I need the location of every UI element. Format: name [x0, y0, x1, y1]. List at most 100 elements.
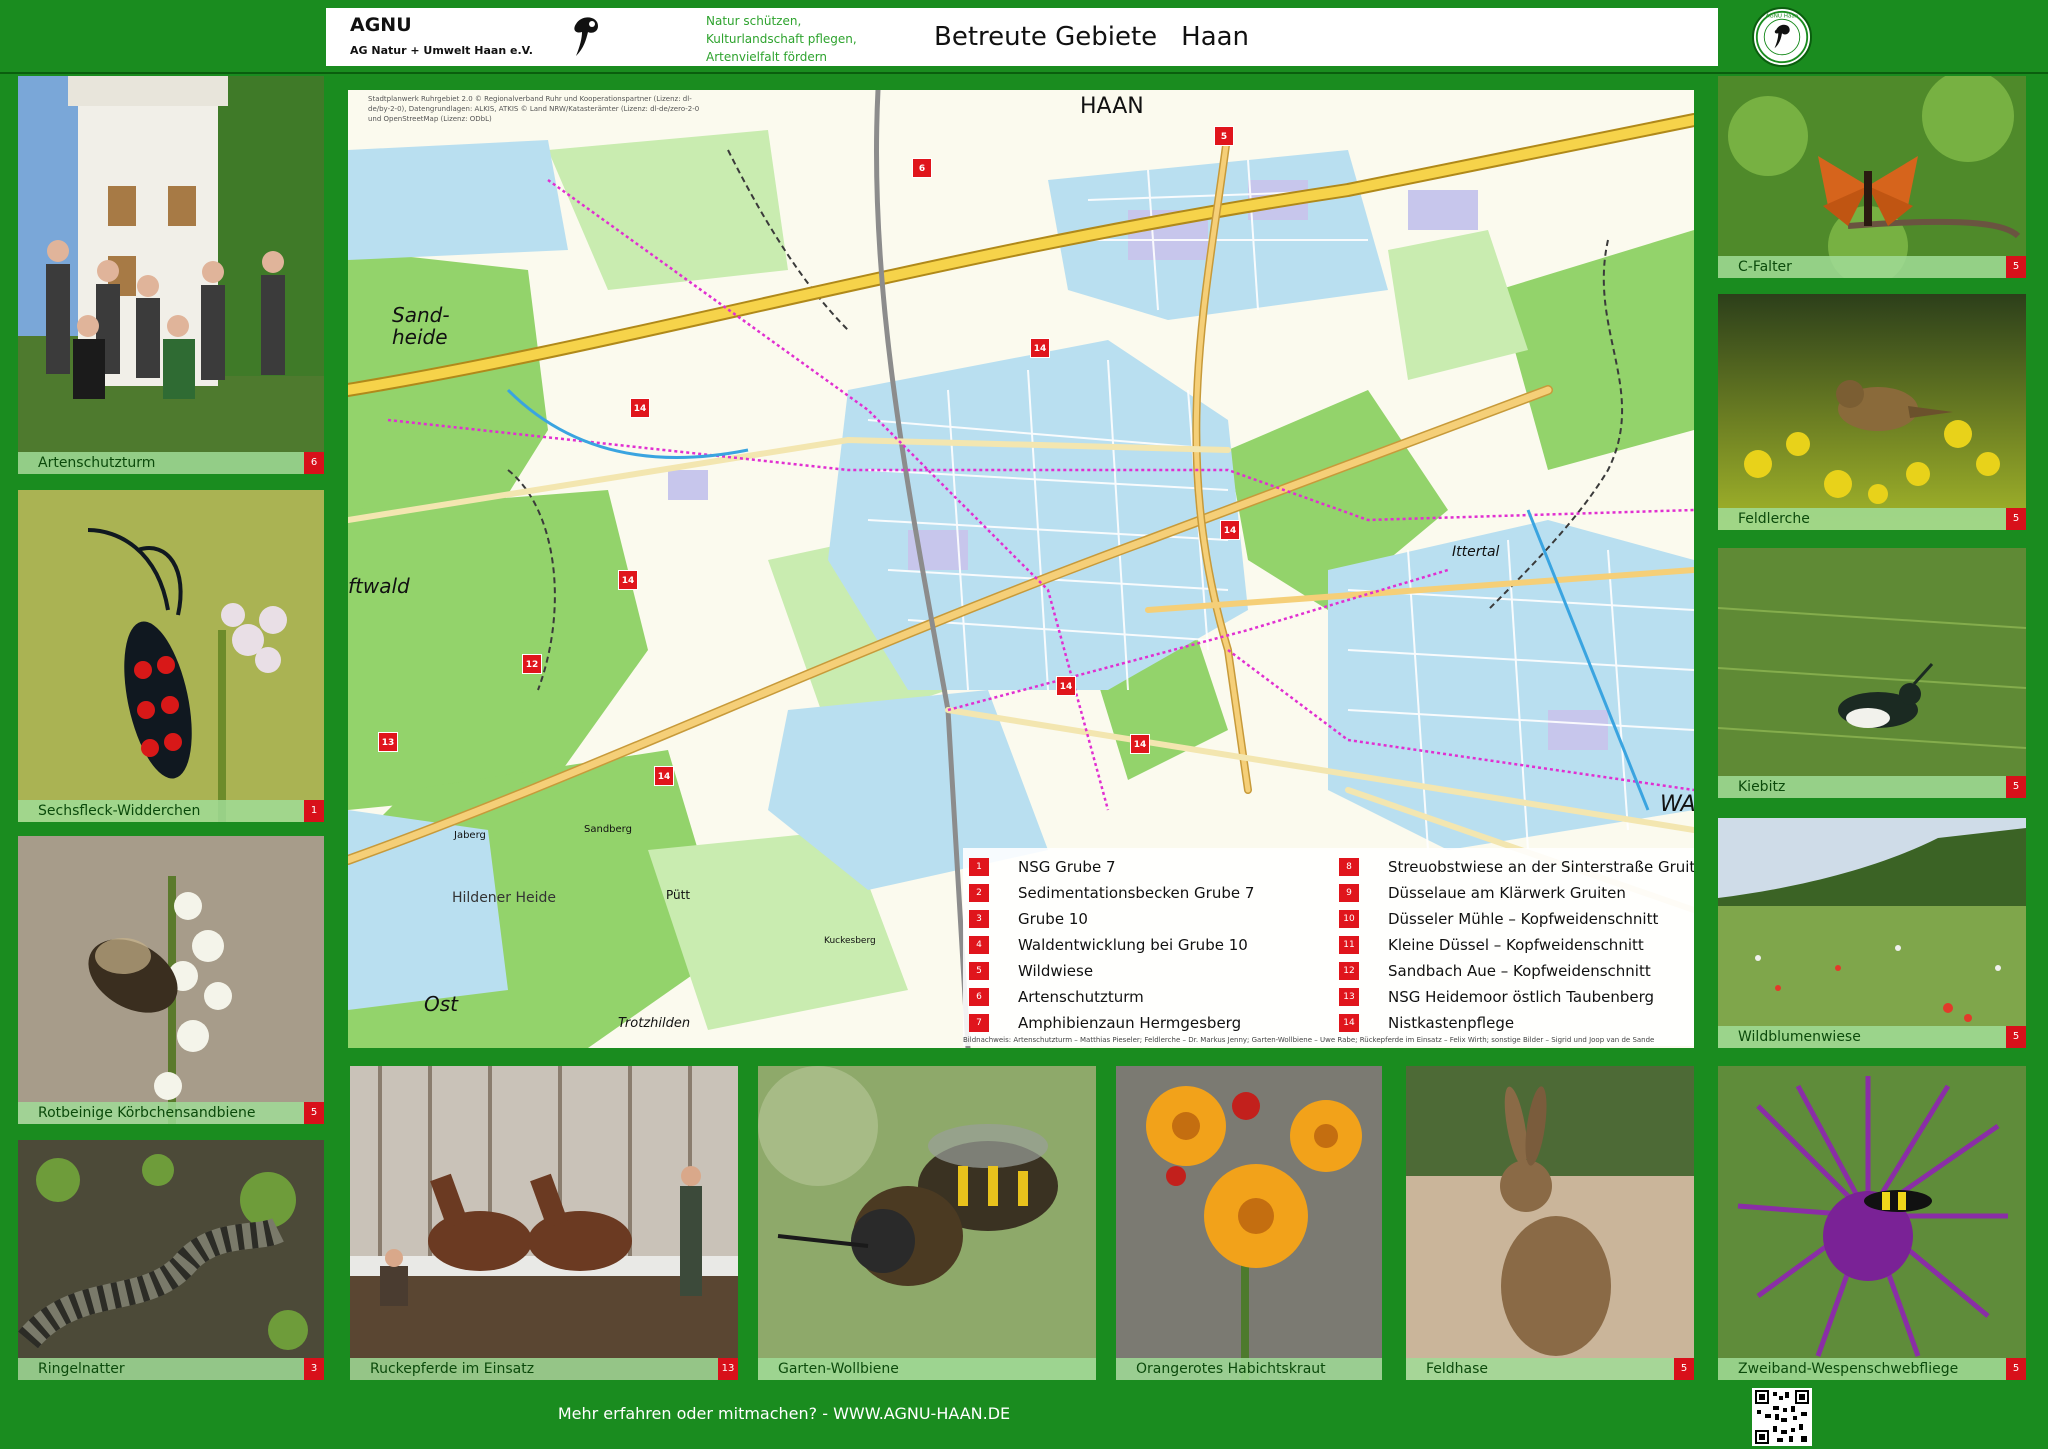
- tile-caption: Feldlerche: [1718, 508, 2026, 530]
- page-title: Betreute Gebiete Haan: [934, 22, 1249, 52]
- legend-label: Waldentwicklung bei Grube 10: [1018, 936, 1248, 954]
- map-label-ost: Ost: [424, 992, 459, 1016]
- map-legend: 1 NSG Grube 7 2 Sedimentationsbecken Grube…: [963, 848, 1694, 1046]
- legend-label: Artenschutzturm: [1018, 988, 1144, 1006]
- tile-caption: C-Falter: [1718, 256, 2026, 278]
- tile-caption: Ringelnatter: [18, 1358, 324, 1380]
- qr-code-icon[interactable]: [1752, 1388, 1812, 1446]
- hare-photo-icon: [1406, 1066, 1694, 1380]
- tile-caption: Feldhase: [1406, 1358, 1694, 1380]
- legend-label: NSG Grube 7: [1018, 858, 1116, 876]
- legend-number: 13: [1339, 988, 1359, 1006]
- tile-area-number: 5: [2006, 1358, 2026, 1380]
- tile-area-number: 5: [1674, 1358, 1694, 1380]
- map-marker[interactable]: 6: [912, 158, 932, 178]
- legend-label: Nistkastenpflege: [1388, 1014, 1515, 1032]
- legend-number: 5: [969, 962, 989, 980]
- map-label-wa: WA: [1660, 792, 1694, 817]
- butterfly-photo-icon: [1718, 76, 2026, 278]
- legend-item: 3 Grube 10: [963, 906, 1254, 932]
- legend-item: 11 Kleine Düssel – Kopfweidenschnitt: [1333, 932, 1694, 958]
- map-label-sandheide: Sand- heide: [392, 303, 450, 349]
- map-label-haan: HAAN: [1080, 94, 1144, 119]
- map-marker[interactable]: 13: [378, 732, 398, 752]
- meadow-photo-icon: [1718, 818, 2026, 1048]
- tower-photo-icon: [18, 76, 324, 474]
- map-marker[interactable]: 14: [630, 398, 650, 418]
- legend-number: 12: [1339, 962, 1359, 980]
- map-marker[interactable]: 14: [654, 766, 674, 786]
- tile-caption: Garten-Wollbiene: [758, 1358, 1096, 1380]
- photo-tile-garten-wollbiene: Garten-Wollbiene: [758, 1066, 1096, 1380]
- photo-tile-wespenschwebfliege: Zweiband-Wespenschwebfliege 5: [1718, 1066, 2026, 1380]
- footer-bar: Mehr erfahren oder mitmachen? - WWW.AGNU…: [0, 1382, 2048, 1449]
- tile-area-number: 1: [304, 800, 324, 822]
- map-marker[interactable]: 14: [1130, 734, 1150, 754]
- photo-credit: Bildnachweis: Artenschutzturm – Matthias…: [963, 1036, 1655, 1044]
- legend-column-left: 1 NSG Grube 7 2 Sedimentationsbecken Grube…: [963, 854, 1254, 1036]
- tile-caption: Rotbeinige Körbchensandbiene: [18, 1102, 324, 1124]
- lapwing-photo-icon: [1718, 548, 2026, 798]
- legend-item: 4 Waldentwicklung bei Grube 10: [963, 932, 1254, 958]
- legend-item: 13 NSG Heidemoor östlich Taubenberg: [1333, 984, 1694, 1010]
- map-label-puett: Pütt: [666, 888, 691, 902]
- legend-item: 8 Streuobstwiese an der Sinterstraße Grui…: [1333, 854, 1694, 880]
- photo-tile-feldhase: Feldhase 5: [1406, 1066, 1694, 1380]
- area-map[interactable]: Stadtplanwerk Ruhrgebiet 2.0 © Regionalv…: [348, 90, 1694, 1048]
- map-marker[interactable]: 14: [1030, 338, 1050, 358]
- footer-link-text[interactable]: Mehr erfahren oder mitmachen? - WWW.AGNU…: [0, 1404, 1568, 1423]
- map-label-hildener-heide: Hildener Heide: [452, 890, 557, 906]
- hoverfly-photo-icon: [1718, 1066, 2026, 1380]
- map-label-jaberg: Jaberg: [454, 830, 486, 841]
- legend-label: Düsseler Mühle – Kopfweidenschnitt: [1388, 910, 1659, 928]
- photo-tile-rueckepferde: Ruckepferde im Einsatz 13: [350, 1066, 738, 1380]
- legend-number: 11: [1339, 936, 1359, 954]
- legend-item: 10 Düsseler Mühle – Kopfweidenschnitt: [1333, 906, 1694, 932]
- slogan: Natur schützen, Kulturlandschaft pflegen…: [706, 12, 857, 66]
- photo-tile-c-falter: C-Falter 5: [1718, 76, 2026, 278]
- tile-caption: Sechsfleck-Widderchen: [18, 800, 324, 822]
- map-marker[interactable]: 14: [1056, 676, 1076, 696]
- map-label-sandberg: Sandberg: [584, 824, 632, 835]
- page-title-main: Betreute Gebiete: [934, 22, 1158, 52]
- photo-tile-feldlerche: Feldlerche 5: [1718, 294, 2026, 530]
- photo-tile-koerbchensandbiene: Rotbeinige Körbchensandbiene 5: [18, 836, 324, 1124]
- tile-caption: Artenschutzturm: [18, 452, 324, 474]
- map-marker[interactable]: 5: [1214, 126, 1234, 146]
- legend-label: Sedimentationsbecken Grube 7: [1018, 884, 1255, 902]
- photo-tile-artenschutzturm: Artenschutzturm 6: [18, 76, 324, 474]
- moth-photo-icon: [18, 490, 324, 822]
- legend-item: 14 Nistkastenpflege: [1333, 1010, 1694, 1036]
- tile-area-number: 5: [2006, 776, 2026, 798]
- map-label-kuckesberg: Kuckesberg: [824, 936, 876, 946]
- org-name: AGNU: [350, 14, 412, 36]
- slogan-line: Artenvielfalt fördern: [706, 50, 828, 64]
- lark-photo-icon: [1718, 294, 2026, 530]
- legend-number: 3: [969, 910, 989, 928]
- photo-tile-ringelnatter: Ringelnatter 3: [18, 1140, 324, 1380]
- tile-area-number: 3: [304, 1358, 324, 1380]
- org-subtitle: AG Natur + Umwelt Haan e.V.: [350, 44, 533, 57]
- legend-number: 6: [969, 988, 989, 1006]
- map-marker[interactable]: 12: [522, 654, 542, 674]
- agnu-badge-logo-icon: AGNU Haan: [1752, 7, 1812, 67]
- legend-label: NSG Heidemoor östlich Taubenberg: [1388, 988, 1655, 1006]
- map-marker[interactable]: 14: [1220, 520, 1240, 540]
- legend-number: 7: [969, 1014, 989, 1032]
- photo-tile-wildblumenwiese: Wildblumenwiese 5: [1718, 818, 2026, 1048]
- legend-number: 14: [1339, 1014, 1359, 1032]
- legend-number: 8: [1339, 858, 1359, 876]
- map-label-wald: ftwald: [348, 574, 410, 598]
- tile-area-number: 13: [718, 1358, 738, 1380]
- legend-item: 5 Wildwiese: [963, 958, 1254, 984]
- map-marker[interactable]: 14: [618, 570, 638, 590]
- tile-area-number: 5: [2006, 256, 2026, 278]
- legend-label: Kleine Düssel – Kopfweidenschnitt: [1388, 936, 1644, 954]
- legend-item: 1 NSG Grube 7: [963, 854, 1254, 880]
- snake-photo-icon: [18, 1140, 324, 1380]
- legend-number: 9: [1339, 884, 1359, 902]
- header-panel: AGNU AG Natur + Umwelt Haan e.V. Natur s…: [326, 8, 1718, 66]
- hawkweed-photo-icon: [1116, 1066, 1382, 1380]
- legend-item: 2 Sedimentationsbecken Grube 7: [963, 880, 1254, 906]
- legend-item: 7 Amphibienzaun Hermgesberg: [963, 1010, 1254, 1036]
